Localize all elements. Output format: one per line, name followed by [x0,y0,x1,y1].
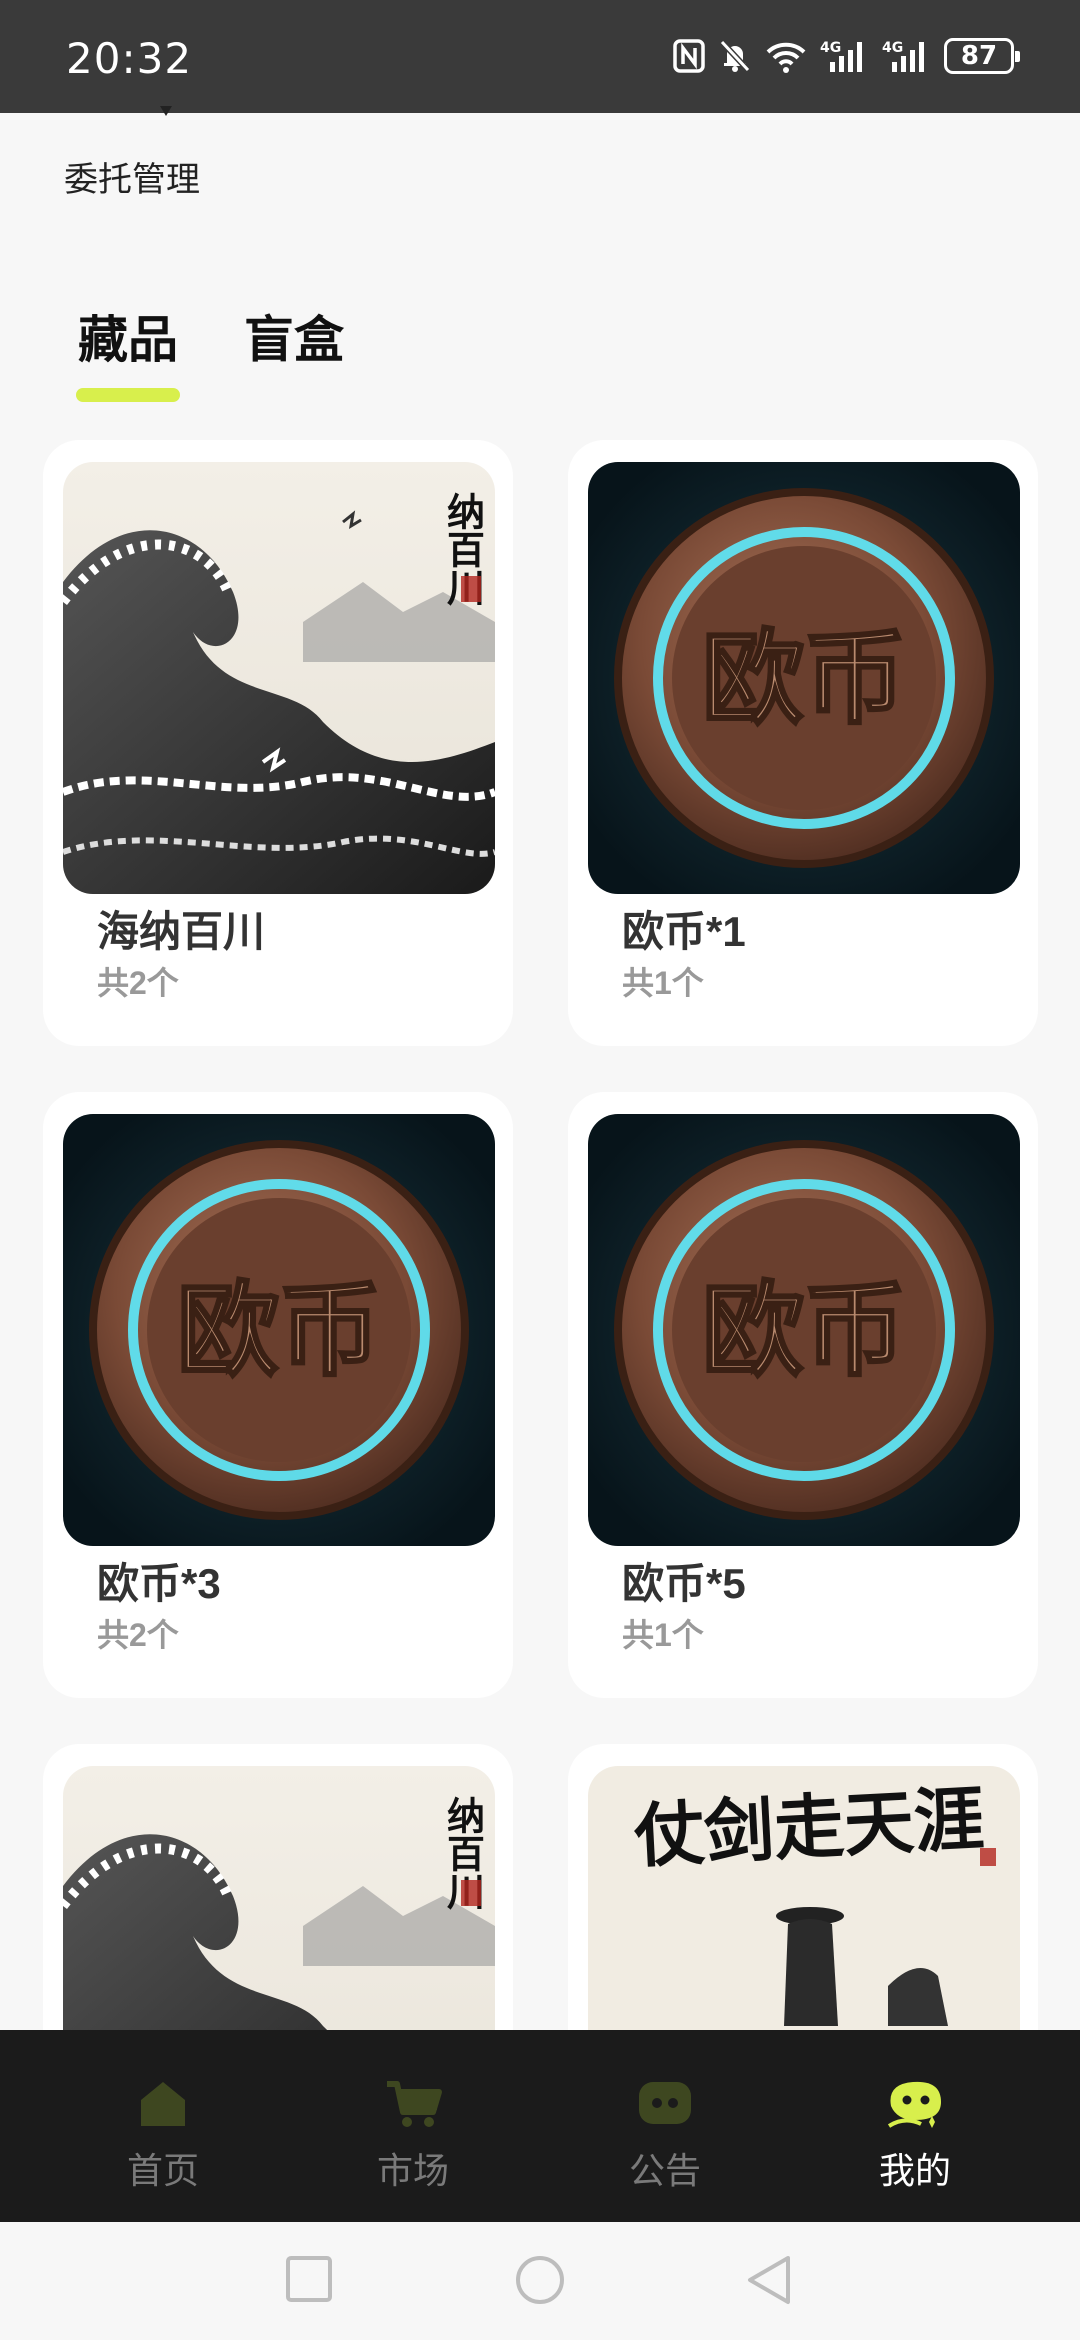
collection-card[interactable]: 纳百川 [43,1744,513,2030]
collection-card[interactable]: 欧币 欧币*1 共1个 [568,440,1038,1046]
profile-icon [887,2081,941,2128]
collection-card[interactable]: 仗剑走天涯 [568,1744,1038,2030]
status-icons: 4G 4G 87 [672,38,1020,74]
nav-item-announcement[interactable]: 公告 [530,2030,800,2222]
collection-image: 仗剑走天涯 [588,1766,1020,2030]
cart-icon [387,2081,442,2127]
message-icon [639,2082,691,2124]
collection-card[interactable]: 纳百川 海纳百川 共2个 [43,440,513,1046]
bottom-nav: 首页 市场 公告 我的 [0,2030,1080,2222]
status-time: 20:32 [66,34,193,83]
coin-text: 欧币 [177,1272,381,1391]
tab-bar: 藏品 盲盒 [0,300,1080,410]
svg-text:4G: 4G [820,40,841,56]
collection-title: 欧币*3 [97,1560,221,1607]
coin-text: 欧币 [702,620,906,739]
home-button[interactable] [514,2254,566,2306]
collection-title: 欧币*5 [622,1560,746,1607]
status-bar: 20:32 4G 4G 87 [0,0,1080,113]
recents-button[interactable] [284,2254,334,2304]
back-button[interactable] [744,2254,794,2306]
collection-title: 海纳百川 [97,908,266,955]
signal-4g-icon: 4G [882,40,924,72]
tab-blind-box[interactable]: 盲盒 [244,300,344,372]
system-nav-bar [0,2222,1080,2340]
collection-count: 共2个 [97,1617,179,1653]
collection-image: 欧币 [588,462,1020,894]
collection-count: 共1个 [622,1617,704,1653]
collection-image: 欧币 [588,1114,1020,1546]
tab-active-indicator [76,388,180,402]
collection-image: 纳百川 [63,1766,495,2030]
coin-text: 欧币 [702,1272,906,1391]
nfc-icon [673,39,705,73]
svg-text:4G: 4G [882,40,903,56]
battery-icon: 87 [944,38,1020,74]
nav-label: 市场 [376,2150,449,2191]
collection-image: 欧币 [63,1114,495,1546]
collection-count: 共2个 [97,965,179,1001]
collection-count: 共1个 [622,965,704,1001]
home-icon [141,2082,185,2126]
nav-label: 我的 [878,2150,951,2191]
nav-label: 公告 [628,2150,701,2191]
nav-item-market[interactable]: 市场 [278,2030,548,2222]
nav-item-profile[interactable]: 我的 [780,2030,1050,2222]
signal-4g-icon: 4G [820,40,862,72]
tab-collection[interactable]: 藏品 [78,300,178,372]
collection-image: 纳百川 [63,462,495,894]
nav-item-home[interactable]: 首页 [28,2030,298,2222]
collection-title: 欧币*1 [622,908,746,955]
collection-card[interactable]: 欧币 欧币*3 共2个 [43,1092,513,1698]
collection-card[interactable]: 欧币 欧币*5 共1个 [568,1092,1038,1698]
mute-icon [719,39,751,73]
collection-grid: 纳百川 海纳百川 共2个 欧币 欧币*1 共1个 欧币 欧币*3 共2个 欧币 … [0,440,1080,2030]
entrust-management-link[interactable]: 委托管理 [64,152,200,201]
wifi-icon [766,42,806,73]
nav-label: 首页 [126,2150,199,2191]
